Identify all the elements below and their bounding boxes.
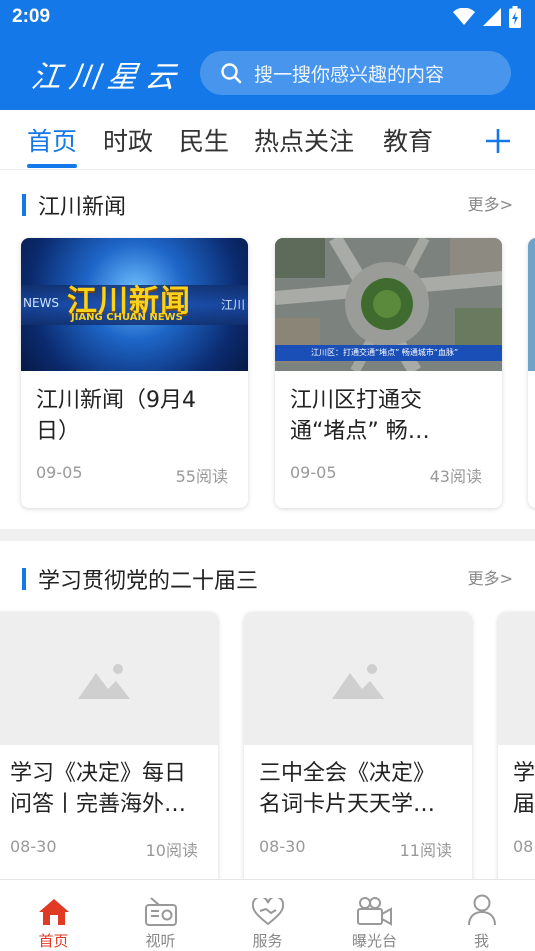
status-icons — [453, 6, 521, 28]
tab-fade — [440, 110, 480, 169]
placeholder-thumbnail — [244, 612, 472, 745]
card-title: 三中全会《决定》 名词卡片天天学… — [259, 758, 435, 820]
user-icon — [467, 894, 496, 926]
card-title-line: 学习《决定》每日 — [10, 761, 187, 786]
news-card[interactable]: NEWS 江川新闻 JIANG CHUAN NEWS 江川 江川新闻（9月4 日… — [21, 238, 248, 508]
active-tab-indicator — [27, 164, 77, 168]
card-date: 08-30 — [259, 837, 306, 856]
placeholder-thumbnail — [0, 612, 218, 745]
card-title-line: 江川区打通交 — [290, 388, 423, 413]
card-title-line: 名词卡片天天学… — [259, 792, 436, 817]
section-marker — [22, 194, 26, 216]
study-card[interactable]: 学习《决定》每日 问答丨完善海外… 08-30 10阅读 — [0, 612, 218, 892]
aerial-thumbnail: 江川区：打通交通“堵点” 畅通城市“血脉” — [275, 238, 502, 371]
card-date: 08-30 — [10, 837, 57, 856]
section-title-text: 江川新闻 — [38, 195, 127, 220]
nav-label: 服务 — [252, 932, 283, 950]
nav-label: 曝光台 — [351, 932, 397, 950]
card-title-line: 日） — [36, 419, 81, 444]
thumb-right-text: 江川 — [221, 298, 246, 312]
news-card[interactable]: 江川区：打通交通“堵点” 畅通城市“血脉” 江川区打通交 通“堵点” 畅… 09… — [275, 238, 502, 508]
tab-home[interactable]: 首页 — [27, 122, 77, 158]
nav-services[interactable]: 服务 — [214, 880, 321, 951]
section-title-text: 学习贯彻党的二十届三 — [38, 569, 259, 594]
bottom-navigation: 首页 视听 服务 曝光台 我 — [0, 879, 535, 951]
section-divider — [0, 529, 535, 541]
news-card-peek[interactable] — [528, 238, 535, 508]
study-card-peek[interactable]: 学 届 08 — [498, 612, 535, 892]
wifi-icon — [453, 8, 475, 25]
card-reads: 10阅读 — [145, 841, 198, 860]
tab-education[interactable]: 教育 — [383, 122, 433, 158]
status-time: 2:09 — [12, 6, 51, 27]
card-date: 09-05 — [36, 463, 83, 482]
nav-profile[interactable]: 我 — [428, 880, 535, 951]
tab-hot-topics[interactable]: 热点关注 — [254, 122, 354, 158]
thumb-caption: 江川区：打通交通“堵点” 畅通城市“血脉” — [275, 345, 502, 361]
card-title-line: 问答丨完善海外… — [10, 792, 187, 817]
peek-thumbnail — [498, 612, 535, 745]
tab-politics[interactable]: 时政 — [103, 122, 153, 158]
nav-label: 视听 — [145, 932, 176, 950]
study-card[interactable]: 三中全会《决定》 名词卡片天天学… 08-30 11阅读 — [244, 612, 472, 892]
app-logo: 江川星云 — [29, 60, 186, 95]
image-placeholder-icon — [78, 663, 130, 699]
thumb-left-text: NEWS — [23, 296, 60, 310]
status-bar: 2:09 — [0, 0, 535, 36]
battery-icon — [509, 6, 521, 28]
card-title: 江川区打通交 通“堵点” 畅… — [290, 385, 430, 447]
category-tabs: 首页 时政 民生 热点关注 教育 — [0, 110, 535, 170]
more-link-news[interactable]: 更多> — [468, 191, 513, 215]
signal-icon — [483, 8, 501, 26]
search-bar[interactable]: 搜一搜你感兴趣的内容 — [200, 51, 511, 95]
section-title-study: 学习贯彻党的二十届三 — [22, 563, 258, 595]
image-placeholder-icon — [332, 663, 384, 699]
card-title-line: 三中全会《决定》 — [259, 761, 436, 786]
card-reads: 11阅读 — [399, 841, 452, 860]
card-date: 09-05 — [290, 463, 337, 482]
nav-label: 首页 — [38, 932, 69, 950]
card-title: 学 届 — [513, 758, 535, 820]
section-title-news: 江川新闻 — [22, 189, 126, 221]
add-tab-button[interactable] — [478, 124, 518, 158]
search-placeholder: 搜一搜你感兴趣的内容 — [254, 63, 445, 86]
card-title: 学习《决定》每日 问答丨完善海外… — [10, 758, 186, 820]
plus-icon — [486, 129, 510, 153]
home-icon — [38, 899, 69, 925]
nav-media[interactable]: 视听 — [107, 880, 214, 951]
video-camera-icon — [356, 897, 392, 926]
more-link-study[interactable]: 更多> — [468, 565, 513, 589]
card-title-line: 通“堵点” 畅… — [290, 419, 430, 444]
card-reads: 43阅读 — [429, 467, 482, 486]
service-heart-icon — [251, 898, 284, 926]
tab-livelihood[interactable]: 民生 — [179, 122, 229, 158]
card-title-line: 学 — [513, 761, 535, 786]
nav-label: 我 — [473, 932, 489, 950]
search-icon — [220, 62, 242, 84]
card-title: 江川新闻（9月4 日） — [36, 385, 196, 447]
thumb-sub-text: JIANG CHUAN NEWS — [71, 312, 183, 323]
card-title-line: 江川新闻（9月4 — [36, 388, 196, 413]
app-header: 2:09 江川星云 搜一搜你感兴趣的内容 — [0, 0, 535, 110]
card-title-line: 届 — [513, 792, 535, 817]
card-reads: 55阅读 — [175, 467, 228, 486]
radio-icon — [144, 897, 177, 926]
peek-thumbnail — [528, 238, 535, 371]
section-marker — [22, 568, 26, 590]
card-date: 08 — [513, 837, 534, 856]
nav-exposure[interactable]: 曝光台 — [321, 880, 428, 951]
news-thumbnail: NEWS 江川新闻 JIANG CHUAN NEWS 江川 — [21, 238, 248, 371]
nav-home[interactable]: 首页 — [0, 880, 107, 951]
